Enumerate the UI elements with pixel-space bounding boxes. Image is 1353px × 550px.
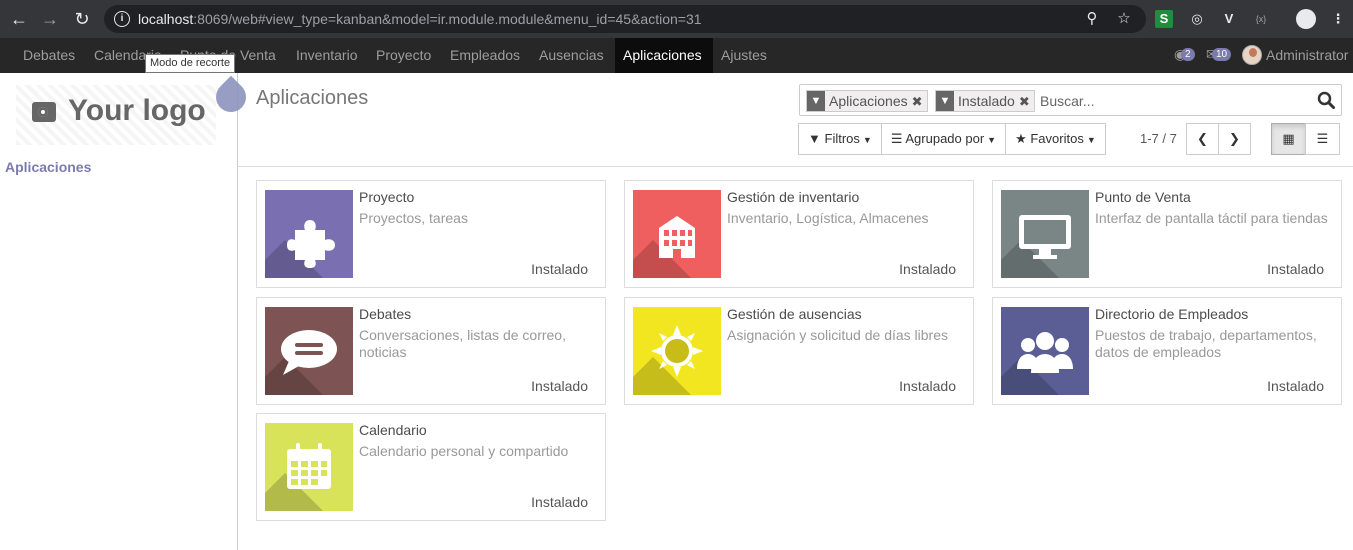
app-status: Instalado bbox=[531, 378, 588, 394]
app-title: Calendario bbox=[359, 422, 427, 438]
search-input[interactable] bbox=[1040, 91, 1310, 111]
activities-badge: 10 bbox=[1212, 48, 1232, 61]
page-title: Aplicaciones bbox=[256, 87, 369, 109]
search-icon[interactable] bbox=[1317, 91, 1335, 109]
pager-next-icon[interactable]: ❯ bbox=[1218, 123, 1251, 155]
extension-s-icon[interactable]: S bbox=[1155, 10, 1173, 28]
favorites-button[interactable]: ★ Favoritos ▼ bbox=[1005, 123, 1106, 155]
sun-icon bbox=[633, 307, 721, 395]
search-facet-instalado[interactable]: ▼ Instalado ✖ bbox=[935, 90, 1035, 112]
company-logo[interactable]: Your logo bbox=[16, 85, 216, 145]
filter-icon: ▼ bbox=[807, 91, 825, 111]
pager-previous-icon[interactable]: ❮ bbox=[1186, 123, 1219, 155]
extension-target-icon[interactable]: ◎ bbox=[1187, 9, 1207, 29]
app-title: Punto de Venta bbox=[1095, 189, 1191, 205]
app-status: Instalado bbox=[1267, 378, 1324, 394]
address-bar[interactable]: i localhost:8069/web#view_type=kanban&mo… bbox=[104, 5, 1146, 33]
browser-menu-icon[interactable]: ⋮ bbox=[1328, 9, 1348, 29]
puzzle-icon bbox=[265, 190, 353, 278]
caret-down-icon: ▼ bbox=[862, 135, 872, 145]
pager-value[interactable]: 1-7 / 7 bbox=[1140, 131, 1177, 146]
app-status: Instalado bbox=[899, 261, 956, 277]
messages-badge: 2 bbox=[1181, 48, 1195, 61]
remove-facet-icon[interactable]: ✖ bbox=[912, 94, 923, 109]
remove-facet-icon[interactable]: ✖ bbox=[1019, 94, 1030, 109]
user-avatar[interactable] bbox=[1242, 45, 1262, 65]
browser-toolbar: ← → ↻ i localhost:8069/web#view_type=kan… bbox=[0, 0, 1353, 38]
divider bbox=[238, 166, 1353, 167]
chat-bubble-icon bbox=[265, 307, 353, 395]
app-description: Asignación y solicitud de días libres bbox=[727, 327, 949, 343]
sidebar-item-aplicaciones[interactable]: Aplicaciones bbox=[5, 159, 91, 175]
logo-text: Your logo bbox=[68, 94, 206, 127]
app-card[interactable]: Punto de Venta Interfaz de pantalla tácti… bbox=[992, 180, 1342, 288]
app-title: Gestión de ausencias bbox=[727, 306, 862, 322]
app-card[interactable]: Gestión de inventario Inventario, Logísti… bbox=[624, 180, 974, 288]
tooltip: Modo de recorte bbox=[145, 54, 236, 73]
back-arrow-icon[interactable]: ← bbox=[8, 8, 30, 30]
app-status: Instalado bbox=[899, 378, 956, 394]
users-icon bbox=[1001, 307, 1089, 395]
menu-item-empleados[interactable]: Empleados bbox=[442, 38, 528, 73]
list-view-button[interactable]: ☰ bbox=[1305, 123, 1340, 155]
pager-buttons: ❮ ❯ bbox=[1186, 123, 1251, 155]
building-icon bbox=[633, 190, 721, 278]
filter-icon: ▼ bbox=[936, 91, 954, 111]
search-box: ▼ Aplicaciones ✖ ▼ Instalado ✖ bbox=[799, 84, 1342, 116]
profile-avatar-icon[interactable] bbox=[1296, 9, 1316, 29]
sidebar: Your logo Aplicaciones bbox=[0, 73, 238, 550]
caret-down-icon: ▼ bbox=[1086, 135, 1096, 145]
extension-code-icon[interactable]: {x} bbox=[1251, 9, 1271, 29]
groupby-button[interactable]: ☰ Agrupado por ▼ bbox=[880, 123, 1007, 155]
menu-item-ausencias[interactable]: Ausencias bbox=[531, 38, 612, 73]
caret-down-icon: ▼ bbox=[987, 135, 997, 145]
app-description: Interfaz de pantalla táctil para tiendas bbox=[1095, 210, 1328, 226]
kanban-view-button[interactable]: ▦ bbox=[1271, 123, 1306, 155]
star-icon: ★ bbox=[1015, 131, 1027, 146]
site-info-icon[interactable]: i bbox=[114, 11, 130, 27]
app-title: Debates bbox=[359, 306, 412, 322]
app-title: Gestión de inventario bbox=[727, 189, 860, 205]
app-description: Calendario personal y compartido bbox=[359, 443, 569, 459]
app-title: Proyecto bbox=[359, 189, 415, 205]
url-text[interactable]: localhost:8069/web#view_type=kanban&mode… bbox=[138, 11, 702, 27]
menu-item-inventario[interactable]: Inventario bbox=[288, 38, 365, 73]
app-status: Instalado bbox=[531, 261, 588, 277]
app-description: Inventario, Logística, Almacenes bbox=[727, 210, 929, 226]
zoom-icon[interactable]: ⚲ bbox=[1082, 9, 1102, 29]
forward-arrow-icon[interactable]: → bbox=[39, 8, 61, 30]
app-card[interactable]: Gestión de ausencias Asignación y solicit… bbox=[624, 297, 974, 405]
search-options-group: ▼ Filtros ▼ ☰ Agrupado por ▼ ★ Favoritos ▼ bbox=[798, 123, 1106, 155]
app-description: Conversaciones, listas de correo, notici… bbox=[359, 327, 566, 360]
search-facet-aplicaciones[interactable]: ▼ Aplicaciones ✖ bbox=[806, 90, 928, 112]
monitor-icon bbox=[1001, 190, 1089, 278]
user-menu[interactable]: Administrator bbox=[1266, 38, 1348, 73]
app-description: Puestos de trabajo, departamentos, datos… bbox=[1095, 327, 1317, 360]
menu-item-proyecto[interactable]: Proyecto bbox=[368, 38, 439, 73]
reload-icon[interactable]: ↻ bbox=[71, 8, 93, 30]
app-card[interactable]: Directorio de Empleados Puestos de trabaj… bbox=[992, 297, 1342, 405]
app-status: Instalado bbox=[531, 494, 588, 510]
bookmark-star-icon[interactable]: ☆ bbox=[1114, 9, 1134, 29]
menu-item-ajustes[interactable]: Ajustes bbox=[713, 38, 775, 73]
camera-icon bbox=[32, 102, 56, 122]
menu-item-debates[interactable]: Debates bbox=[15, 38, 83, 73]
filters-button[interactable]: ▼ Filtros ▼ bbox=[798, 123, 882, 155]
app-description: Proyectos, tareas bbox=[359, 210, 468, 226]
extension-v-icon[interactable]: V bbox=[1219, 9, 1239, 29]
menu-item-aplicaciones[interactable]: Aplicaciones bbox=[615, 38, 713, 73]
calendar-icon bbox=[265, 423, 353, 511]
list-icon: ☰ bbox=[890, 131, 903, 146]
app-card[interactable]: Proyecto Proyectos, tareas Instalado bbox=[256, 180, 606, 288]
app-title: Directorio de Empleados bbox=[1095, 306, 1249, 322]
filter-icon: ▼ bbox=[808, 131, 821, 146]
app-card[interactable]: Calendario Calendario personal y comparti… bbox=[256, 413, 606, 521]
app-card[interactable]: Debates Conversaciones, listas de correo,… bbox=[256, 297, 606, 405]
app-status: Instalado bbox=[1267, 261, 1324, 277]
